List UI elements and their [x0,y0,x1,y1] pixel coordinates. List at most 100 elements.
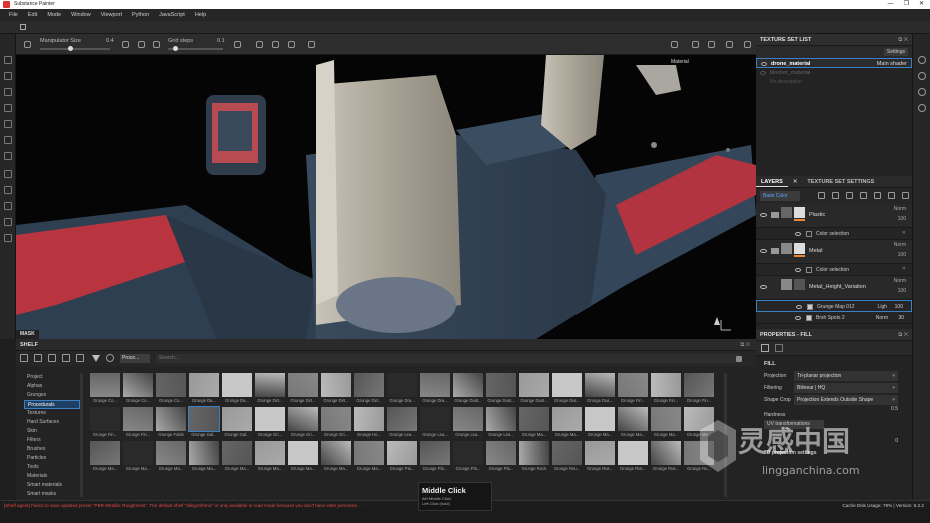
texture-set-row[interactable]: blocker_material [756,68,912,78]
grid-view-icon[interactable] [736,356,742,362]
visibility-eye-icon[interactable] [795,316,801,320]
effects-icon[interactable] [818,192,825,199]
shelf-tile[interactable]: Grunge Da... [222,373,252,405]
effect-row[interactable]: Grunge Map 012 Ligh 100 [756,300,912,312]
panel-controls-icon[interactable]: ⧉ ✕ [898,34,908,46]
shelf-category-item[interactable]: Textures [24,409,80,418]
shelf-tile[interactable]: Grunge Lea... [486,407,516,439]
info-icon[interactable] [918,88,926,96]
brush-layer-icon[interactable] [846,192,853,199]
shelf-tile[interactable]: Grunge Ma... [90,441,120,473]
shelf-tile[interactable]: Grunge Ma... [288,441,318,473]
projection-icon[interactable] [4,88,12,96]
shelf-tile[interactable]: Grunge Fin... [90,407,120,439]
scale-icon[interactable] [153,41,160,48]
polygon-fill-icon[interactable] [4,104,12,112]
menu-mode[interactable]: Mode [42,9,66,21]
shelf-category-item[interactable]: Tools [24,463,80,472]
shelf-tile[interactable]: Grunge Pla... [420,441,450,473]
folder-add-icon[interactable] [874,192,881,199]
shelf-tile[interactable]: Grunge Ma... [222,441,252,473]
shelf-tile[interactable]: Grunge Co... [123,373,153,405]
checkbox[interactable] [806,231,812,237]
layer-row[interactable]: Plastic Norm 100 [756,204,912,228]
effect-row[interactable]: Brsh Spots 2 Norm 30 [756,312,912,324]
import-icon[interactable] [76,354,84,362]
close-button[interactable]: ✕ [919,0,924,9]
target-icon[interactable] [138,41,145,48]
filtering-dropdown[interactable]: Bilinear | HQ ▾ [794,383,898,393]
hide-icon[interactable] [62,354,70,362]
shelf-tile[interactable]: Grunge Fin... [684,373,714,405]
shelf-tile[interactable]: Grunge Dust... [453,373,483,405]
shelf-tile[interactable]: Grunge Dra... [387,373,417,405]
trash-icon[interactable] [902,192,909,199]
shelf-tile[interactable]: Grunge Gal... [222,407,252,439]
shelf-tile[interactable]: Grunge Ma... [156,441,186,473]
grid-steps-slider[interactable] [168,46,223,51]
shelf-tile[interactable]: Grunge Gri... [288,407,318,439]
display-icon[interactable] [918,72,926,80]
effect-row[interactable]: Color selection ✕ [756,228,912,240]
effect-row[interactable]: Color selection ✕ [756,264,912,276]
shelf-category-item[interactable]: Skin [24,427,80,436]
python-icon[interactable] [4,218,12,226]
close-icon[interactable]: ✕ [788,176,803,187]
layer-opacity[interactable]: 100 [898,288,906,294]
shelf-tile[interactable]: Grunge Dirt... [288,373,318,405]
menu-viewport[interactable]: Viewport [96,9,127,21]
eraser-icon[interactable] [4,72,12,80]
visibility-eye-icon[interactable] [795,268,801,272]
shelf-tile[interactable]: Grunge Gri... [321,407,351,439]
visibility-eye-icon[interactable] [760,285,767,289]
filter-funnel-icon[interactable] [92,355,100,362]
shelf-tile[interactable]: Grunge Co... [90,373,120,405]
maximize-button[interactable]: ❐ [904,0,909,9]
smudge-icon[interactable] [4,120,12,128]
visibility-eye-icon[interactable] [760,249,767,253]
document-icon[interactable] [4,234,12,242]
bake-icon[interactable] [4,202,12,210]
symmetry-icon[interactable] [256,41,263,48]
settings-dropdown[interactable]: Settings [883,48,908,56]
shelf-tile[interactable]: Grunge Rock [519,441,549,473]
effect-blend-mode[interactable]: Ligh [878,304,887,310]
shelf-tile[interactable]: Grunge Ma... [618,407,648,439]
shelf-tile[interactable]: Grunge Rou... [552,441,582,473]
visibility-eye-icon[interactable] [760,71,766,75]
menu-window[interactable]: Window [66,9,96,21]
shelf-tile[interactable]: Grunge Folds [156,407,186,439]
tab-layers[interactable]: LAYERS [756,176,788,187]
shelf-tile[interactable]: Grunge Ma... [354,441,384,473]
visibility-eye-icon[interactable] [796,305,802,309]
shelf-category-item[interactable]: Smart materials [24,481,80,490]
shelf-category-item[interactable]: Hard Surfaces [24,418,80,427]
layer-blend-mode[interactable]: Norm [894,278,906,284]
effect-opacity[interactable]: 100 [895,304,903,310]
shelf-category-item[interactable]: Materials [24,472,80,481]
shelf-tile[interactable]: Grunge Lea... [453,407,483,439]
mask-toggle-button[interactable]: MASK [16,330,39,339]
shelf-tile[interactable]: Grunge Ma... [189,441,219,473]
manipulator-size-slider[interactable] [40,46,110,51]
shelf-tile[interactable]: Grunge Ma... [255,441,285,473]
shelf-tile[interactable]: Grunge Rus... [585,441,615,473]
shelf-tile[interactable]: Grunge Ma... [519,407,549,439]
new-folder-icon[interactable] [34,354,42,362]
texture-set-row[interactable]: drone_material Main shader [756,58,912,68]
shader-icon[interactable] [918,56,926,64]
mirror-icon[interactable] [272,41,279,48]
history-icon[interactable] [918,104,926,112]
percent-icon[interactable] [288,41,295,48]
manipulator-icon[interactable] [24,41,31,48]
shelf-tile[interactable]: Grunge Pla... [453,441,483,473]
shelf-category-item[interactable]: Grunges [24,391,80,400]
shelf-tile[interactable]: Grunge Rus... [651,441,681,473]
toggle-icon[interactable] [106,354,114,362]
shelf-tile[interactable]: Grunge Pai... [387,441,417,473]
menu-javascript[interactable]: JavaScript [154,9,190,21]
add-icon[interactable] [122,41,129,48]
channel-dropdown[interactable]: Base Color [760,191,800,201]
fill-layer-icon[interactable] [860,192,867,199]
camera-view-icon[interactable] [692,41,699,48]
